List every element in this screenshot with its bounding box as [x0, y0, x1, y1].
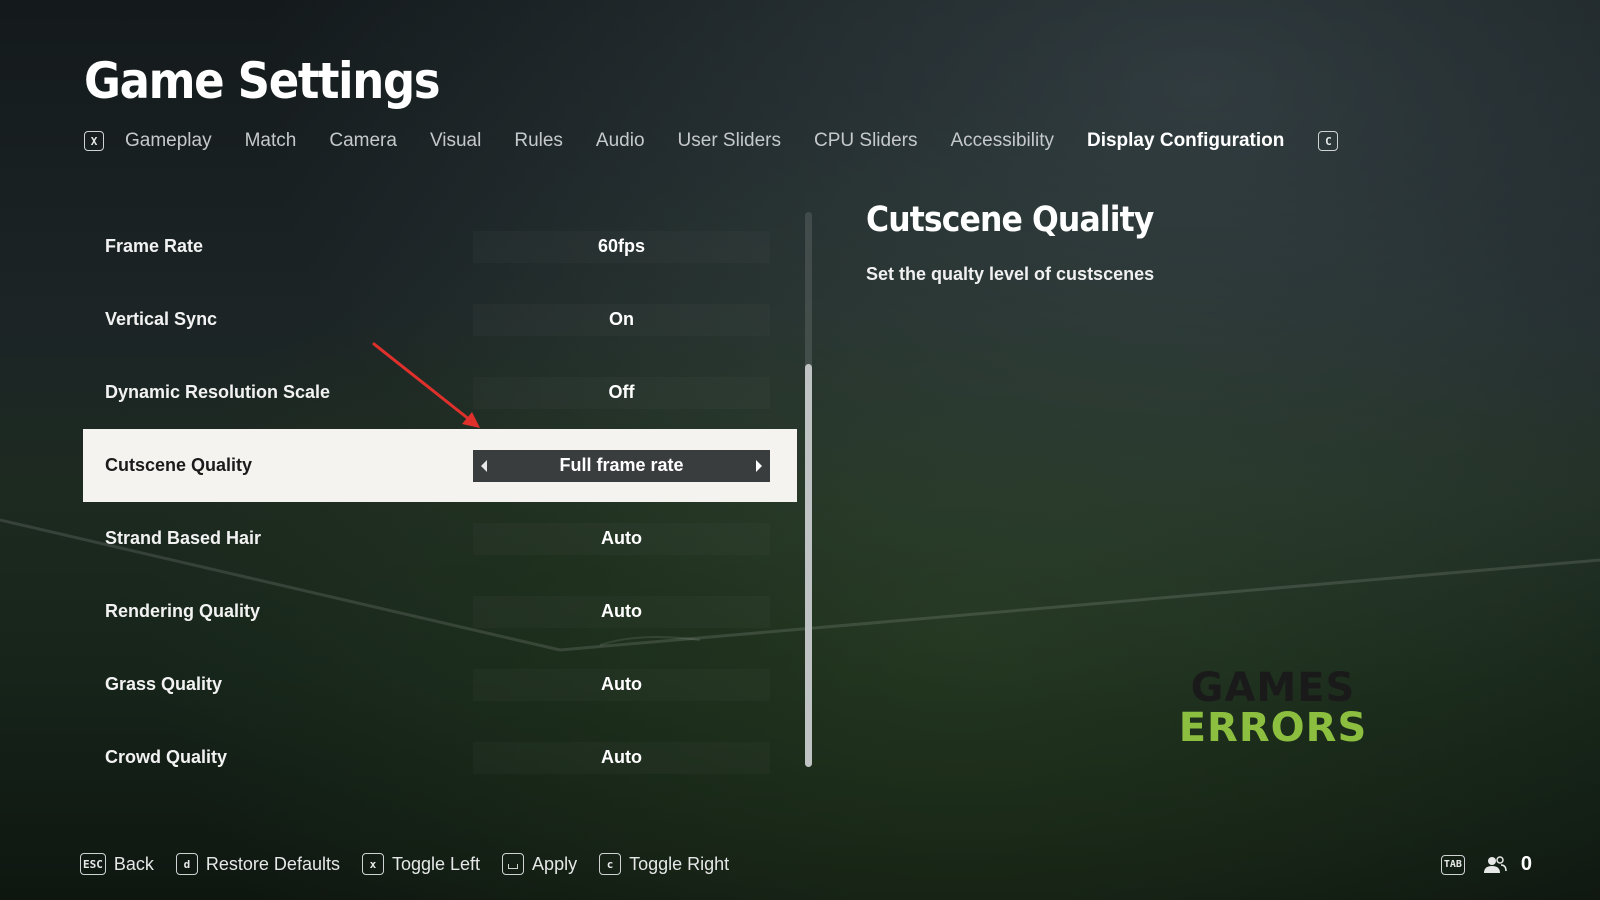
setting-value[interactable]: Auto — [473, 523, 770, 555]
d-key-icon: d — [175, 853, 198, 875]
setting-label: Rendering Quality — [105, 601, 261, 621]
tab-audio[interactable]: Audio — [596, 130, 645, 152]
setting-value[interactable]: 60fps — [473, 231, 770, 263]
apply-label: Apply — [532, 853, 578, 874]
setting-row-rendering-quality[interactable]: Rendering Quality Auto — [83, 575, 797, 648]
watermark-line-2: ERRORS — [1178, 705, 1368, 751]
tab-cpu-sliders[interactable]: CPU Sliders — [814, 130, 917, 152]
tab-accessibility[interactable]: Accessibility — [951, 130, 1054, 152]
setting-label: Dynamic Resolution Scale — [105, 382, 331, 402]
restore-defaults-label: Restore Defaults — [205, 853, 340, 874]
setting-label: Grass Quality — [105, 674, 223, 694]
page-title: Game Settings — [84, 52, 441, 110]
toggle-left-button[interactable]: x Toggle Left — [361, 853, 481, 875]
setting-label: Vertical Sync — [105, 309, 218, 329]
scrollbar-thumb[interactable] — [805, 364, 812, 767]
setting-value[interactable]: Auto — [473, 742, 770, 774]
setting-row-frame-rate[interactable]: Frame Rate 60fps — [83, 210, 797, 283]
friends-icon — [1483, 855, 1507, 873]
friends-count: 0 — [1520, 853, 1532, 875]
setting-row-cutscene-quality[interactable]: Cutscene Quality Full frame rate — [83, 429, 797, 502]
detail-description: Set the qualty level of custscenes — [866, 264, 1155, 284]
tab-rules[interactable]: Rules — [514, 130, 563, 152]
setting-row-crowd-quality[interactable]: Crowd Quality Auto — [83, 721, 797, 794]
tab-camera[interactable]: Camera — [329, 130, 397, 152]
watermark-line-1: GAMES — [1190, 665, 1356, 711]
detail-title: Cutscene Quality — [866, 200, 1154, 240]
tab-key-icon: TAB — [1440, 854, 1465, 875]
settings-list: Frame Rate 60fps Vertical Sync On Dynami… — [83, 210, 797, 794]
footer-hints: ESC Back d Restore Defaults x Toggle Lef… — [80, 853, 751, 875]
esc-key-icon: ESC — [80, 853, 106, 875]
back-button[interactable]: ESC Back — [80, 853, 154, 875]
back-label: Back — [113, 853, 154, 874]
tab-match[interactable]: Match — [245, 130, 297, 152]
setting-row-vertical-sync[interactable]: Vertical Sync On — [83, 283, 797, 356]
tab-display-configuration[interactable]: Display Configuration — [1087, 130, 1284, 152]
tab-visual[interactable]: Visual — [430, 130, 481, 152]
setting-label: Frame Rate — [105, 236, 204, 256]
friends-indicator[interactable]: TAB 0 — [1440, 853, 1532, 876]
chevron-left-icon[interactable] — [473, 450, 495, 482]
setting-value-selector[interactable]: Full frame rate — [473, 449, 770, 482]
spacebar-key-icon — [502, 853, 525, 875]
tab-bar: X Gameplay Match Camera Visual Rules Aud… — [84, 130, 1339, 152]
restore-defaults-button[interactable]: d Restore Defaults — [175, 853, 340, 875]
setting-value[interactable]: Off — [473, 377, 770, 409]
toggle-right-label: Toggle Right — [629, 853, 730, 874]
watermark-logo: GAMES ERRORS — [1178, 668, 1368, 748]
setting-value[interactable]: Auto — [473, 596, 770, 628]
setting-label: Crowd Quality — [105, 747, 228, 767]
setting-value: Full frame rate — [559, 455, 684, 475]
setting-value[interactable]: On — [473, 304, 770, 336]
setting-row-dynamic-resolution-scale[interactable]: Dynamic Resolution Scale Off — [83, 356, 797, 429]
toggle-right-button[interactable]: c Toggle Right — [599, 853, 729, 875]
setting-row-grass-quality[interactable]: Grass Quality Auto — [83, 648, 797, 721]
setting-label: Cutscene Quality — [105, 455, 253, 475]
x-key-icon: x — [361, 853, 384, 875]
toggle-left-label: Toggle Left — [391, 853, 481, 874]
tab-gameplay[interactable]: Gameplay — [125, 130, 212, 152]
apply-button[interactable]: Apply — [502, 853, 577, 875]
tab-right-key-icon[interactable]: C — [1318, 131, 1339, 151]
setting-label: Strand Based Hair — [105, 528, 262, 548]
tab-left-key-icon[interactable]: X — [84, 131, 104, 151]
c-key-icon: c — [599, 853, 622, 875]
tab-user-sliders[interactable]: User Sliders — [678, 130, 781, 152]
chevron-right-icon[interactable] — [748, 450, 770, 482]
setting-value[interactable]: Auto — [473, 669, 770, 701]
setting-row-strand-based-hair[interactable]: Strand Based Hair Auto — [83, 502, 797, 575]
